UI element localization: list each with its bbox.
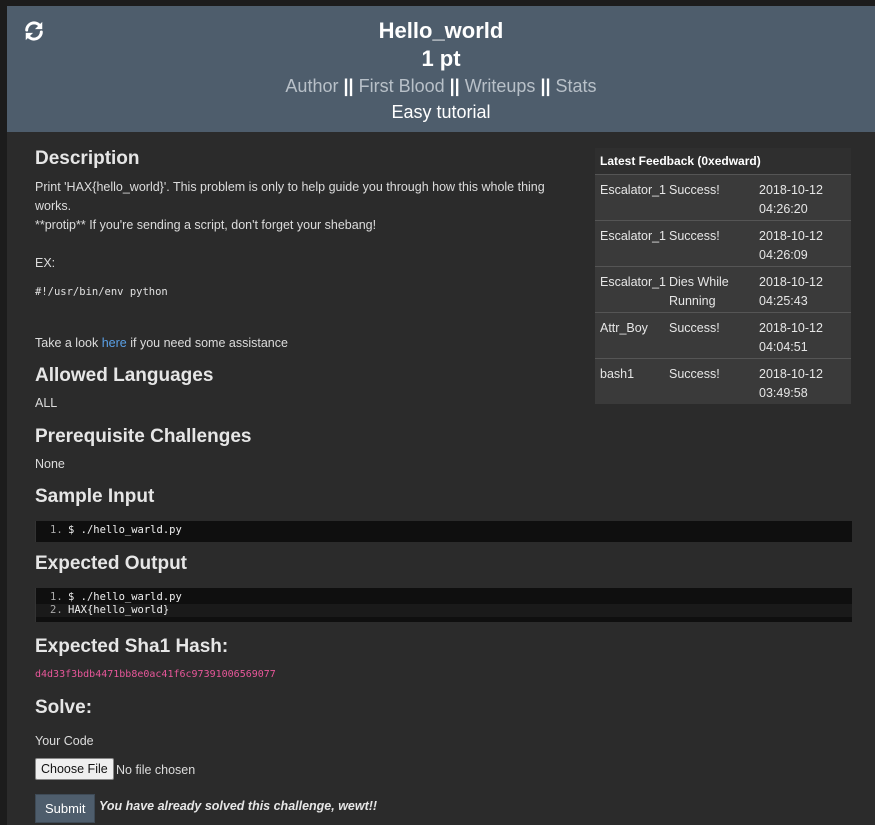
link-separator: ||: [449, 76, 460, 96]
allowed-languages-value: ALL: [35, 396, 58, 410]
challenge-header: Hello_world 1 pt Author || First Blood |…: [7, 6, 875, 132]
feedback-time: 04:26:20: [759, 202, 808, 216]
feedback-datetime: 2018-10-12 04:26:20: [759, 181, 849, 219]
feedback-user: Escalator_1: [600, 183, 667, 197]
code-line: 1. $ ./hello_warld.py: [50, 524, 182, 536]
feedback-date: 2018-10-12: [759, 229, 823, 243]
allowed-languages-heading: Allowed Languages: [35, 365, 214, 386]
feedback-title: Latest Feedback (0xedward): [595, 148, 851, 175]
feedback-result: Success!: [669, 321, 720, 335]
feedback-datetime: 2018-10-12 04:26:09: [759, 227, 849, 265]
feedback-time: 04:04:51: [759, 340, 808, 354]
hash-heading: Expected Sha1 Hash:: [35, 636, 229, 657]
code-line: 1. $ ./hello_warld.py: [50, 591, 182, 603]
stats-link[interactable]: Stats: [556, 76, 597, 96]
feedback-date: 2018-10-12: [759, 275, 823, 289]
submit-button[interactable]: Submit: [35, 794, 96, 823]
feedback-row: Attr_Boy Success! 2018-10-12 04:04:51: [595, 313, 851, 359]
feedback-time: 04:25:43: [759, 294, 808, 308]
help-suffix: if you need some assistance: [126, 336, 288, 350]
writeups-link[interactable]: Writeups: [465, 76, 536, 96]
prerequisite-heading: Prerequisite Challenges: [35, 426, 252, 447]
example-label: EX:: [35, 256, 56, 270]
feedback-result: Success!: [669, 229, 720, 243]
help-prefix: Take a look: [35, 336, 102, 350]
expected-output-code: 1. $ ./hello_warld.py 2. HAX{hello_world}: [35, 588, 852, 622]
link-separator: ||: [540, 76, 551, 96]
feedback-date: 2018-10-12: [759, 367, 823, 381]
feedback-row: Escalator_1 Success! 2018-10-12 04:26:20: [595, 175, 851, 221]
challenge-points: 1 pt: [421, 46, 461, 71]
challenge-subtitle: Easy tutorial: [391, 102, 491, 122]
protip-text: **protip** If you're sending a script, d…: [35, 218, 377, 232]
author-link[interactable]: Author: [285, 76, 338, 96]
feedback-row: Escalator_1 Success! 2018-10-12 04:26:09: [595, 221, 851, 267]
solve-heading: Solve:: [35, 697, 93, 718]
challenge-title: Hello_world: [378, 18, 504, 43]
feedback-result: Success!: [669, 183, 720, 197]
feedback-result: Dies While Running: [669, 275, 729, 308]
feedback-user: bash1: [600, 367, 635, 381]
feedback-row: bash1 Success! 2018-10-12 03:49:58: [595, 359, 851, 404]
sample-input-heading: Sample Input: [35, 486, 155, 507]
your-code-label: Your Code: [35, 734, 94, 748]
solved-message: You have already solved this challenge, …: [99, 799, 378, 813]
feedback-time: 03:49:58: [759, 386, 808, 400]
feedback-date: 2018-10-12: [759, 183, 823, 197]
shebang-text: #!/usr/bin/env python: [35, 286, 168, 298]
feedback-datetime: 2018-10-12 03:49:58: [759, 365, 849, 403]
choose-file-button[interactable]: Choose File: [35, 758, 114, 780]
code-line: 2. HAX{hello_world}: [36, 604, 852, 617]
feedback-time: 04:26:09: [759, 248, 808, 262]
feedback-datetime: 2018-10-12 04:04:51: [759, 319, 849, 357]
prerequisite-value: None: [35, 457, 65, 471]
feedback-datetime: 2018-10-12 04:25:43: [759, 273, 849, 311]
feedback-row: Escalator_1 Dies While Running 2018-10-1…: [595, 267, 851, 313]
feedback-date: 2018-10-12: [759, 321, 823, 335]
description-text: Print 'HAX{hello_world}'. This problem i…: [35, 180, 545, 213]
no-file-text: No file chosen: [116, 763, 196, 777]
header-links: Author || First Blood || Writeups || Sta…: [7, 76, 875, 97]
help-link[interactable]: here: [102, 336, 127, 350]
feedback-user: Escalator_1: [600, 229, 667, 243]
challenge-panel: Hello_world 1 pt Author || First Blood |…: [7, 6, 875, 825]
latest-feedback-table: Latest Feedback (0xedward) Escalator_1 S…: [595, 148, 851, 404]
help-text: Take a look here if you need some assist…: [35, 334, 288, 353]
link-separator: ||: [343, 76, 354, 96]
sample-input-code: 1. $ ./hello_warld.py: [35, 521, 852, 542]
description-heading: Description: [35, 148, 140, 169]
feedback-user: Attr_Boy: [600, 321, 648, 335]
feedback-user: Escalator_1: [600, 275, 667, 289]
first-blood-link[interactable]: First Blood: [359, 76, 445, 96]
hash-value: d4d33f3bdb4471bb8e0ac41f6c97391006569077: [35, 669, 276, 680]
expected-output-heading: Expected Output: [35, 553, 188, 574]
feedback-result: Success!: [669, 367, 720, 381]
